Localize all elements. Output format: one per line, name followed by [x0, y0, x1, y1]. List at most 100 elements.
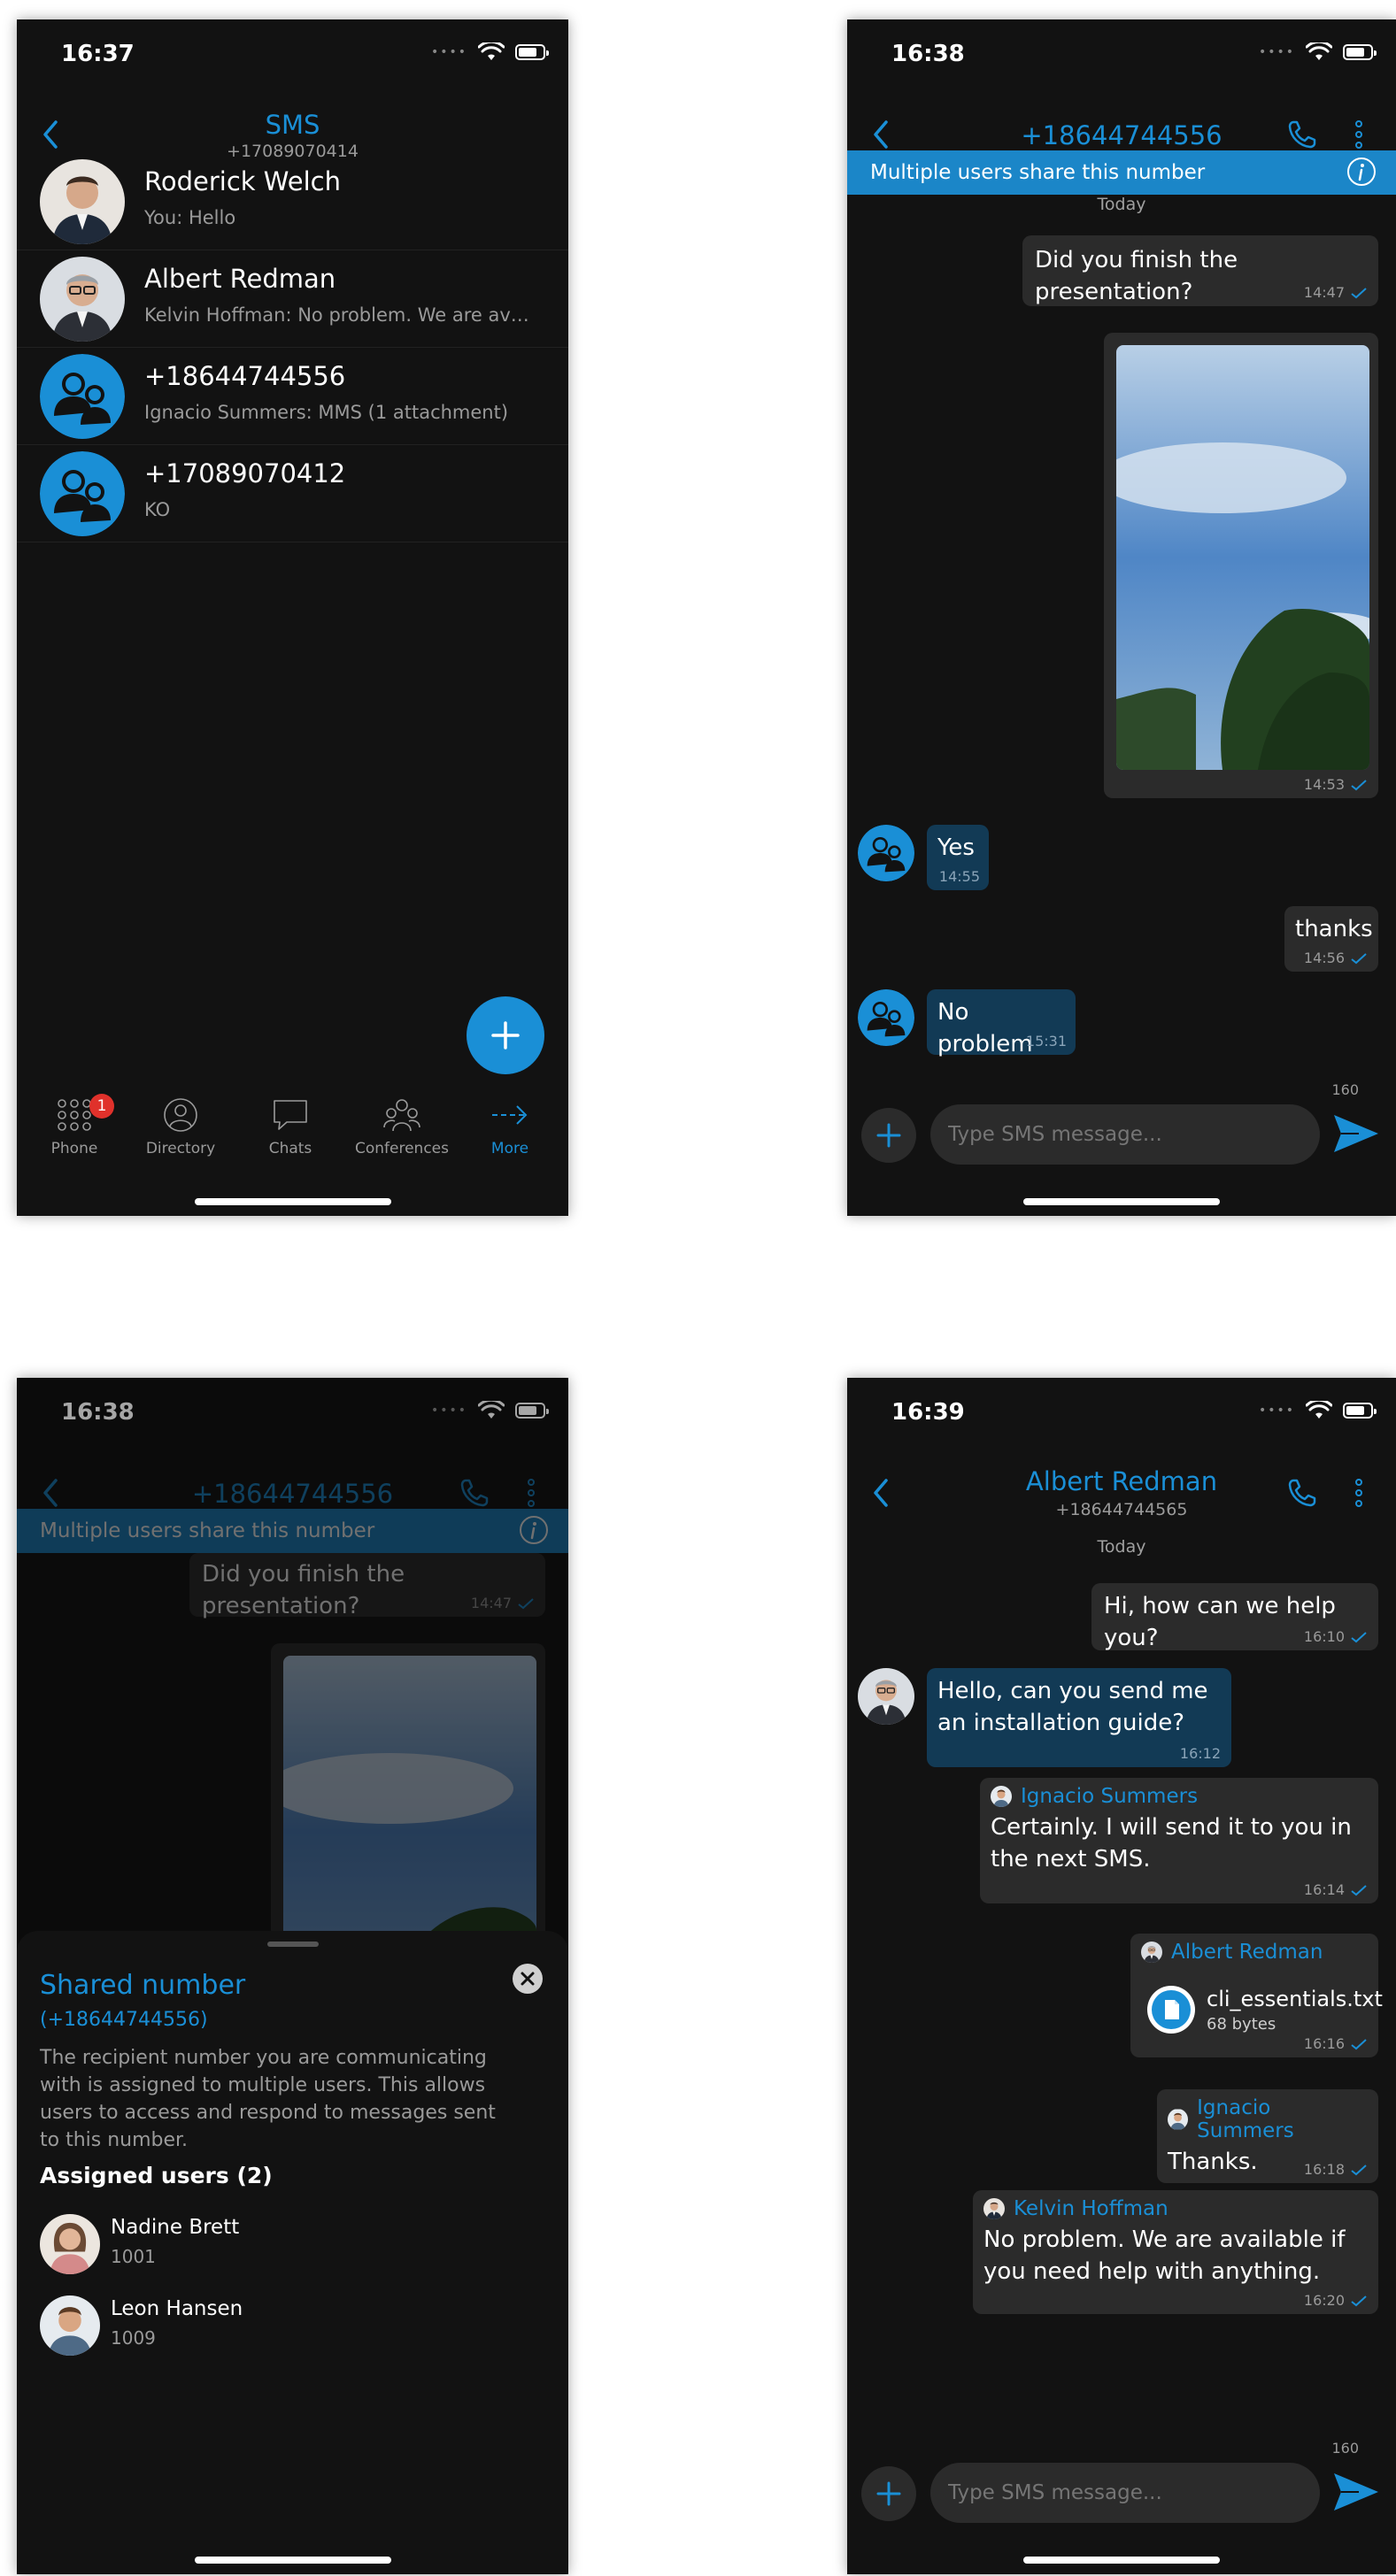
message-time: 14:55 [938, 868, 980, 885]
sheet-description: The recipient number you are communicati… [40, 2047, 496, 2151]
conversation-item[interactable]: Roderick Welch You: Hello [17, 152, 568, 250]
avatar [858, 1668, 914, 1725]
shared-number-banner[interactable]: Multiple users share this number [847, 150, 1396, 195]
sheet-grabber[interactable] [266, 1942, 319, 1947]
sender-name: Kelvin Hoffman [1014, 2197, 1168, 2220]
conversation-item[interactable]: +18644744556 Ignacio Summers: MMS (1 att… [17, 347, 568, 445]
attach-button[interactable] [861, 1108, 916, 1163]
assigned-user-item[interactable]: Nadine Brett 1001 [40, 2211, 536, 2278]
wifi-icon [478, 42, 505, 62]
file-icon[interactable] [1146, 1985, 1196, 2034]
message-text: Certainly. I will send it to you in the … [991, 1814, 1352, 1872]
message-bubble[interactable]: Hi, how can we help you? 16:10 [1091, 1583, 1378, 1651]
message-bubble[interactable]: Hello, can you send me an installation g… [927, 1668, 1231, 1767]
tab-label: Phone [50, 1140, 98, 1157]
message-bubble[interactable]: No problem 15:31 [927, 989, 1076, 1057]
conversation-item[interactable]: +17089070412 KO [17, 444, 568, 542]
tab-more[interactable]: More [461, 1097, 559, 1157]
conversation-preview: Ignacio Summers: MMS (1 attachment) [144, 402, 509, 423]
conversation-preview: You: Hello [144, 207, 236, 228]
group-avatar-icon [40, 451, 125, 536]
banner-text: Multiple users share this number [870, 161, 1206, 184]
user-name: Nadine Brett [111, 2216, 240, 2239]
message-bubble[interactable]: Ignacio Summers Thanks. 16:18 [1157, 2089, 1378, 2183]
message-bubble[interactable]: Yes 14:55 [927, 825, 989, 890]
message-sender: Albert Redman [1141, 1941, 1368, 1964]
home-indicator [194, 2557, 391, 2564]
image-message[interactable]: 14:53 [1104, 333, 1378, 798]
conversation-name: +18644744556 [144, 361, 346, 391]
conversation-preview: Kelvin Hoffman: No problem. We are ava..… [144, 304, 534, 326]
avatar [40, 257, 125, 342]
shared-number: (+18644744556) [40, 2009, 208, 2031]
phone-call-icon[interactable] [1284, 1475, 1320, 1511]
user-name: Leon Hansen [111, 2297, 243, 2320]
char-counter: 160 [1331, 2440, 1359, 2457]
message-sender: Kelvin Hoffman [983, 2197, 1368, 2220]
message-bubble[interactable]: Did you finish the presentation? 14:47 [1022, 235, 1378, 306]
home-indicator [1023, 2557, 1220, 2564]
battery-icon [515, 44, 549, 60]
file-size: 68 bytes [1207, 2015, 1276, 2034]
tab-conferences[interactable]: Conferences [353, 1097, 451, 1157]
message-bubble[interactable]: thanks 14:56 [1284, 906, 1378, 972]
message-sender: Ignacio Summers [1168, 2096, 1368, 2142]
sender-name: Ignacio Summers [1021, 1785, 1199, 1808]
message-text: thanks [1295, 916, 1373, 942]
avatar [40, 2295, 100, 2356]
message-input[interactable] [930, 2463, 1320, 2523]
tab-phone[interactable]: 1 Phone [26, 1094, 123, 1157]
attach-button[interactable] [861, 2466, 916, 2521]
composer: 160 [847, 2440, 1396, 2530]
nav-bar: Albert Redman +18644744565 [847, 1449, 1396, 1534]
notification-badge: 1 [89, 1094, 114, 1119]
tab-bar: 1 Phone Directory Chats Conferences More [17, 1094, 568, 1168]
directory-icon [164, 1098, 197, 1132]
shared-number-sheet-screen: 16:38 •••• +18644744556 Multiple users s… [17, 1378, 568, 2574]
message-time: 16:20 [1303, 2292, 1345, 2309]
message-time: 16:10 [1303, 1628, 1345, 1645]
message-text: No problem [937, 999, 1033, 1057]
assigned-users-heading: Assigned users (2) [40, 2163, 273, 2188]
send-icon[interactable] [1332, 2470, 1380, 2514]
message-time: 14:47 [1303, 284, 1345, 301]
sender-avatar [991, 1786, 1012, 1807]
info-icon[interactable] [1346, 157, 1377, 187]
avatar [40, 2214, 100, 2274]
more-options-icon[interactable] [1341, 1475, 1377, 1511]
user-extension: 1001 [111, 2246, 156, 2267]
tab-chats[interactable]: Chats [242, 1097, 339, 1157]
message-bubble[interactable]: Kelvin Hoffman No problem. We are availa… [973, 2190, 1378, 2314]
send-icon[interactable] [1332, 1111, 1380, 1156]
group-avatar-icon [858, 825, 914, 881]
status-bar: 16:38 •••• [847, 19, 1396, 90]
message-bubble[interactable]: Ignacio Summers Certainly. I will send i… [980, 1778, 1378, 1903]
assigned-user-item[interactable]: Leon Hansen 1009 [40, 2292, 536, 2359]
more-options-icon[interactable] [1341, 117, 1377, 152]
sender-avatar [1141, 1942, 1162, 1963]
new-sms-button[interactable] [467, 996, 544, 1074]
message-time: 16:14 [1303, 1881, 1345, 1898]
photo-attachment[interactable] [1116, 345, 1369, 770]
phone-call-icon[interactable] [1284, 117, 1320, 152]
status-time: 16:39 [891, 1399, 965, 1426]
status-time: 16:37 [61, 41, 135, 67]
delivered-check-icon [1350, 2164, 1368, 2176]
delivered-check-icon [1350, 952, 1368, 965]
group-avatar-icon [858, 989, 914, 1046]
tab-directory[interactable]: Directory [132, 1097, 229, 1157]
wifi-icon [1306, 42, 1332, 62]
file-message[interactable]: Albert Redman cli_essentials.txt 68 byte… [1130, 1934, 1383, 2057]
plus-icon [491, 1021, 520, 1050]
day-separator: Today [1097, 195, 1146, 214]
close-icon[interactable] [512, 1963, 544, 1995]
message-text: Hello, can you send me an installation g… [937, 1678, 1208, 1736]
sheet-title: Shared number [40, 1970, 246, 2001]
group-avatar-icon [40, 354, 125, 439]
albert-chat-screen: 16:39 •••• Albert Redman +18644744565 To… [847, 1378, 1396, 2574]
conversation-item[interactable]: Albert Redman Kelvin Hoffman: No problem… [17, 250, 568, 348]
conversation-preview: KO [144, 499, 171, 520]
signal-icon: •••• [1258, 1403, 1295, 1418]
message-input[interactable] [930, 1104, 1320, 1165]
plus-icon [861, 1108, 916, 1163]
